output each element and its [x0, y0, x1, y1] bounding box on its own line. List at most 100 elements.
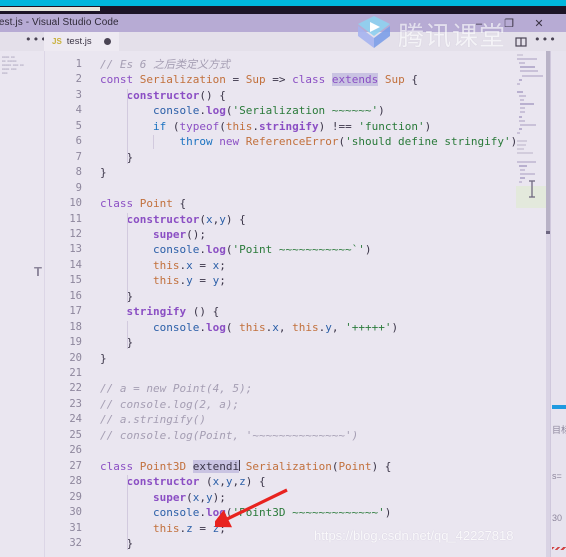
- window-close-button[interactable]: ✕: [526, 16, 552, 32]
- line-text: console.log('Point3D ~~~~~~~~~~~~~'): [152, 506, 392, 520]
- line-number: 16: [69, 289, 82, 302]
- line-number: 8: [75, 166, 82, 179]
- line-number: 3: [75, 88, 82, 101]
- code-line[interactable]: 13 console.log('Point ~~~~~~~~~~~`'): [0, 242, 566, 257]
- tab-test-js[interactable]: JS test.js: [44, 32, 119, 51]
- minimap-line: [517, 54, 524, 56]
- minimap-line: [520, 123, 536, 126]
- line-number: 29: [69, 490, 82, 503]
- line-text: throw new ReferenceError('should define …: [179, 135, 518, 149]
- minimap-line: [520, 66, 536, 69]
- line-text: stringify () {: [126, 305, 220, 319]
- code-line[interactable]: 29 super(x,y);: [0, 490, 566, 505]
- code-line[interactable]: 8}: [0, 165, 566, 180]
- line-number: 26: [69, 444, 82, 457]
- code-line[interactable]: 1 // Es 6 之后类定义方式: [0, 57, 566, 72]
- code-line[interactable]: 26: [0, 443, 566, 458]
- minimap-line: [520, 70, 538, 73]
- minimap-line: [517, 152, 534, 155]
- line-number: 13: [69, 243, 82, 256]
- line-number: 2: [75, 73, 82, 86]
- minimap-line: [520, 177, 525, 179]
- code-line[interactable]: 24 // a.stringify(): [0, 412, 566, 427]
- line-number: 15: [69, 274, 82, 287]
- minimap-line: [517, 160, 536, 163]
- adjacent-window-edge[interactable]: 目标 s= 30: [550, 51, 566, 557]
- minimap-line: [518, 164, 528, 167]
- editor-minimap[interactable]: [516, 51, 550, 557]
- minimap-line: [517, 90, 523, 93]
- code-line[interactable]: 17 stringify () {: [0, 304, 566, 319]
- line-text: console.log( this.x, this.y, '+++++'): [152, 320, 399, 334]
- minimap-line: [520, 168, 525, 171]
- code-line[interactable]: 14 this.x = x;: [0, 258, 566, 273]
- minimap-line: [520, 172, 536, 175]
- adjacent-text-3: 30: [552, 513, 563, 523]
- code-line[interactable]: 16 }: [0, 289, 566, 304]
- code-line[interactable]: 6 throw new ReferenceError('should defin…: [0, 134, 566, 149]
- line-text: super(x,y);: [152, 490, 226, 504]
- code-line[interactable]: 12 super();: [0, 227, 566, 242]
- line-number: 20: [69, 351, 82, 364]
- code-line[interactable]: 11 constructor(x,y) {: [0, 212, 566, 227]
- code-line[interactable]: 25 // console.log(Point, '~~~~~~~~~~~~~~'…: [0, 428, 566, 443]
- line-text: // Es 6 之后类定义方式: [100, 58, 230, 71]
- line-text: class Point {: [100, 197, 187, 211]
- adjacent-text-2: s=: [552, 471, 562, 481]
- minimap-line: [517, 140, 527, 143]
- code-line[interactable]: 7 }: [0, 150, 566, 165]
- code-line[interactable]: 27 class Point3D extendi Serialization(Po…: [0, 459, 566, 474]
- code-line[interactable]: 2 const Serialization = Sup => class exte…: [0, 72, 566, 87]
- code-line[interactable]: 5 if (typeof(this.stringify) !== 'functi…: [0, 119, 566, 134]
- line-text: constructor() {: [126, 88, 226, 102]
- code-editor[interactable]: ■■■■ ■■ ■■ ■■■■■ ■■■■■ ■■■ ■■ ■■■■ ■■■ ■…: [0, 51, 566, 557]
- line-number: 25: [69, 428, 82, 441]
- line-number: 28: [69, 475, 82, 488]
- minimap-line: [518, 78, 522, 81]
- code-line[interactable]: 20}: [0, 351, 566, 366]
- editor-actions-more-icon[interactable]: •••: [534, 34, 556, 48]
- minimap-line: [517, 144, 526, 147]
- line-number: 9: [75, 181, 82, 194]
- split-editor-icon[interactable]: [514, 34, 528, 48]
- code-line[interactable]: 23 // console.log(2, a);: [0, 397, 566, 412]
- line-number: 22: [69, 382, 82, 395]
- line-text: this.x = x;: [152, 258, 226, 272]
- brand-watermark: 腾讯课堂: [398, 22, 507, 52]
- line-text: // console.log(2, a);: [100, 397, 240, 411]
- code-line[interactable]: 28 constructor (x,y,z) {: [0, 474, 566, 489]
- minimap-line: [520, 107, 525, 110]
- code-line[interactable]: 18 console.log( this.x, this.y, '+++++'): [0, 320, 566, 335]
- indent-guide: [153, 135, 154, 149]
- line-text: }: [100, 166, 107, 180]
- minimap-line: [518, 62, 525, 65]
- code-line[interactable]: 15 this.y = y;: [0, 273, 566, 288]
- code-line[interactable]: 30 console.log('Point3D ~~~~~~~~~~~~~'): [0, 505, 566, 520]
- javascript-file-icon: JS: [52, 37, 62, 46]
- code-line[interactable]: 21: [0, 366, 566, 381]
- line-number: 10: [69, 197, 82, 210]
- unsaved-changes-dot-icon[interactable]: [103, 38, 111, 45]
- tencent-classroom-logo-icon: [358, 16, 390, 48]
- code-line[interactable]: 3 constructor() {: [0, 88, 566, 103]
- line-text: }: [100, 351, 107, 365]
- code-lines-container[interactable]: 1 // Es 6 之后类定义方式 2 const Serialization = S…: [0, 51, 566, 557]
- line-number: 23: [69, 397, 82, 410]
- minimap-line: [517, 131, 520, 134]
- tab-overflow-icon[interactable]: •••: [25, 34, 47, 47]
- line-text: super();: [152, 227, 206, 241]
- code-line[interactable]: 4 console.log('Serialization ~~~~~~'): [0, 103, 566, 118]
- line-text: }: [100, 289, 134, 303]
- code-line[interactable]: 19 }: [0, 335, 566, 350]
- code-line[interactable]: 10 class Point {: [0, 196, 566, 211]
- code-line[interactable]: 22 // a = new Point(4, 5);: [0, 381, 566, 396]
- line-number: 11: [69, 212, 82, 225]
- code-line[interactable]: 9: [0, 181, 566, 196]
- line-number: 17: [69, 305, 82, 318]
- minimap-line: [518, 119, 525, 122]
- indent-guide: [126, 320, 128, 350]
- window-title: test.js - Visual Studio Code: [0, 17, 119, 28]
- line-text: constructor(x,y) {: [126, 212, 246, 226]
- line-text: constructor (x,y,z) {: [126, 475, 266, 489]
- minimap-line: [517, 148, 524, 151]
